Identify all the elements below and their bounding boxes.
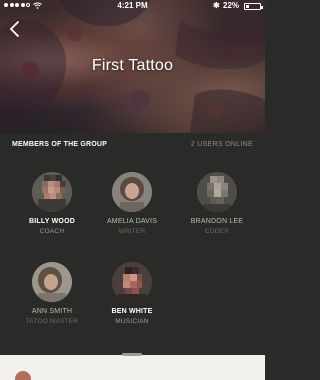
member-role: WRITER <box>118 228 146 235</box>
member-role: COACH <box>39 228 65 235</box>
member-name: BRANDON LEE <box>190 218 244 225</box>
avatar <box>197 172 237 212</box>
online-count: 2 USERS ONLINE <box>190 141 253 148</box>
avatar <box>112 262 152 302</box>
member-name: AMELIA DAVIS <box>106 218 158 225</box>
member-role: MUSICIAN <box>115 318 149 325</box>
page-title: First Tattoo <box>91 57 174 74</box>
avatar <box>32 262 72 302</box>
member-card[interactable]: BEN WHITE MUSICIAN <box>89 262 175 325</box>
members-title: MEMBERS OF THE GROUP <box>12 141 108 148</box>
member-name: ANN SMITH <box>31 308 73 315</box>
members-panel: MEMBERS OF THE GROUP 2 USERS ONLINE <box>0 133 265 380</box>
member-card[interactable]: BILLY WOOD COACH <box>9 172 95 235</box>
bluetooth-icon: ✱ <box>213 1 220 10</box>
battery-percentage: 22% <box>223 1 240 10</box>
bottom-sheet <box>0 355 265 380</box>
avatar <box>112 172 152 212</box>
avatar <box>32 172 72 212</box>
member-name: BEN WHITE <box>111 308 153 315</box>
member-role: CODER <box>204 228 230 235</box>
battery-icon <box>244 3 263 10</box>
avatar <box>15 371 31 380</box>
member-card[interactable]: BRANDON LEE CODER <box>174 172 260 235</box>
chevron-left-icon[interactable] <box>7 20 23 38</box>
status-bar: 4:21 PM ✱ 22% <box>0 0 265 12</box>
drag-handle[interactable] <box>122 353 142 356</box>
member-role: TATOO MASTER <box>25 318 79 325</box>
member-card[interactable]: AMELIA DAVIS WRITER <box>89 172 175 235</box>
member-card[interactable]: ANN SMITH TATOO MASTER <box>9 262 95 325</box>
member-name: BILLY WOOD <box>29 218 75 225</box>
members-panel-header: MEMBERS OF THE GROUP 2 USERS ONLINE <box>12 141 253 151</box>
